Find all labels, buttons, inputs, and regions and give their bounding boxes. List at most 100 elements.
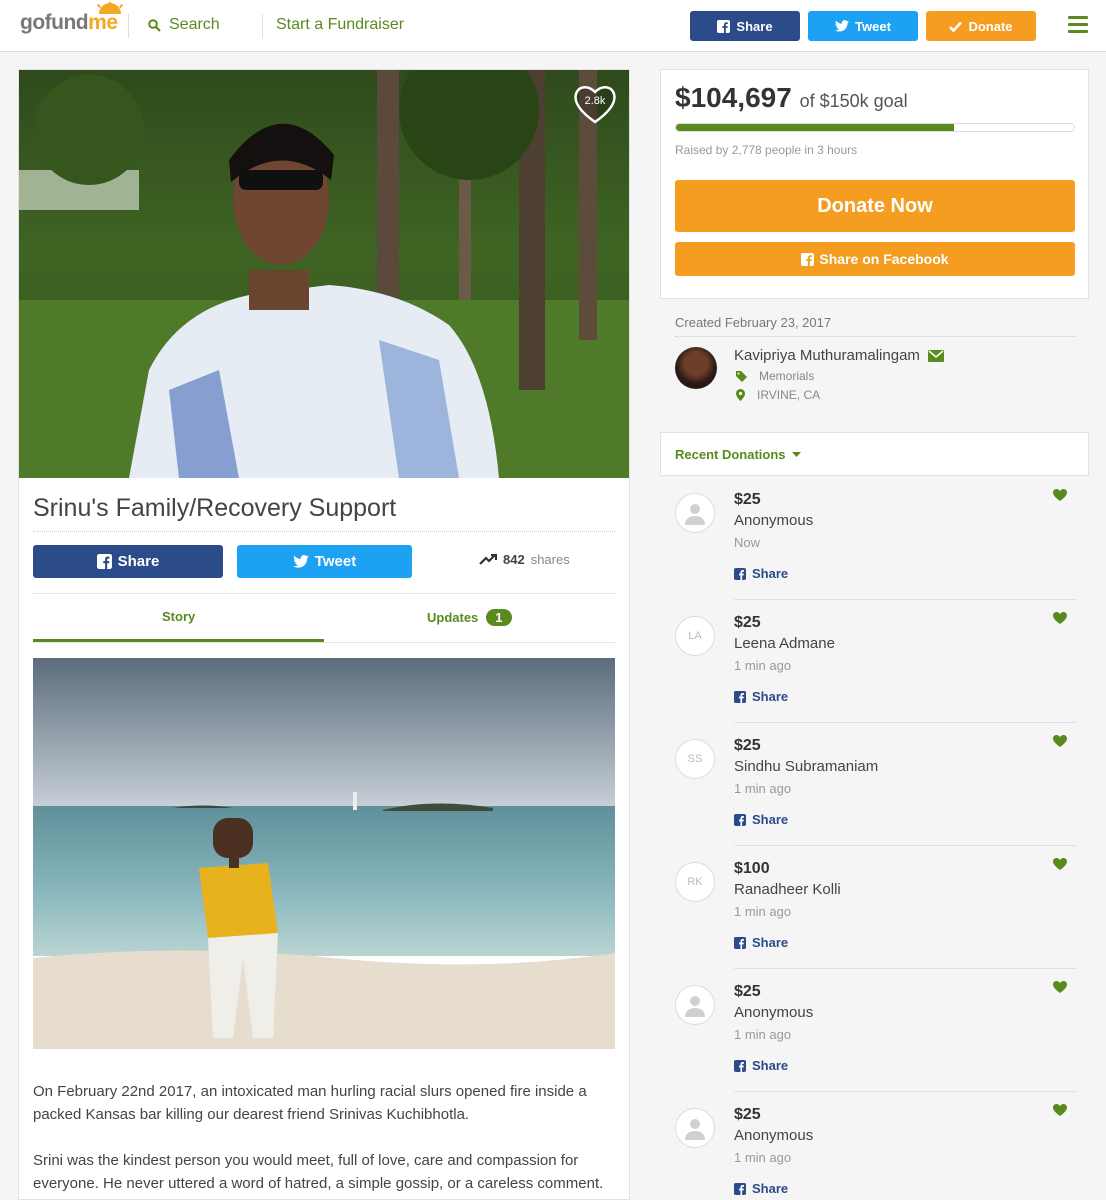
share-count: 842 shares xyxy=(479,552,570,567)
tab-updates[interactable]: Updates 1 xyxy=(427,609,512,626)
facebook-icon xyxy=(734,936,746,949)
trending-up-icon xyxy=(479,554,497,565)
donation-share-label: Share xyxy=(752,689,789,704)
heart-icon[interactable] xyxy=(1053,735,1067,747)
header-donate-label: Donate xyxy=(968,18,1013,34)
facebook-icon xyxy=(734,690,746,703)
donor-name: Ranadheer Kolli xyxy=(734,881,841,898)
donation-time: 1 min ago xyxy=(734,1027,792,1042)
donation-share-link[interactable]: Share xyxy=(734,689,788,704)
heart-icon[interactable] xyxy=(1053,1104,1067,1116)
organizer-name-text: Kavipriya Muthuramalingam xyxy=(734,347,920,364)
donation-share-link[interactable]: Share xyxy=(734,812,788,827)
donor-avatar: SS xyxy=(675,739,715,779)
heart-icon[interactable] xyxy=(1053,981,1067,993)
donation-heart[interactable] xyxy=(1053,857,1067,875)
story-paragraph: On February 22nd 2017, an intoxicated ma… xyxy=(33,1083,587,1123)
donation-share-link[interactable]: Share xyxy=(734,935,788,950)
donor-name: Anonymous xyxy=(734,1127,814,1144)
donation-amount: $25 xyxy=(734,491,761,508)
divider xyxy=(734,599,1075,600)
hamburger-menu-icon[interactable] xyxy=(1068,16,1088,34)
donation-amount: $25 xyxy=(734,1106,761,1123)
tag-icon xyxy=(736,370,747,382)
header-tweet-button[interactable]: Tweet xyxy=(808,11,918,41)
donor-avatar: LA xyxy=(675,616,715,656)
donation-share-label: Share xyxy=(752,935,789,950)
donation-share-link[interactable]: Share xyxy=(734,1181,788,1196)
top-nav-bar: gofundme Search Start a Fundraiser Share… xyxy=(0,0,1106,52)
logo-go-text: gofund xyxy=(20,11,89,34)
goal-progress-fill xyxy=(676,124,954,131)
amount-raised-value: $104,697 xyxy=(675,82,792,113)
donate-now-button[interactable]: Donate Now xyxy=(675,180,1075,232)
amount-raised: $104,697 of $150k goal xyxy=(675,82,908,114)
recent-donations-dropdown[interactable]: Recent Donations xyxy=(675,447,801,462)
campaign-location-text: IRVINE, CA xyxy=(757,388,821,402)
heart-icon[interactable] xyxy=(1053,858,1067,870)
donation-time: 1 min ago xyxy=(734,904,792,919)
donor-avatar xyxy=(675,985,715,1025)
donor-initials: SS xyxy=(687,753,703,765)
donor-avatar xyxy=(675,1108,715,1148)
map-pin-icon xyxy=(736,389,745,401)
tab-story[interactable]: Story xyxy=(162,609,195,624)
heart-icon[interactable] xyxy=(1053,612,1067,624)
organizer-name[interactable]: Kavipriya Muthuramalingam xyxy=(734,347,944,364)
donor-name: Anonymous xyxy=(734,1004,814,1021)
default-avatar-icon xyxy=(685,1119,705,1140)
donation-amount: $25 xyxy=(734,983,761,1000)
divider xyxy=(734,1091,1075,1092)
donation-share-label: Share xyxy=(752,566,789,581)
envelope-icon[interactable] xyxy=(927,349,944,362)
raised-by-text: Raised by 2,778 people in 3 hours xyxy=(675,143,858,157)
header-donate-button[interactable]: Donate xyxy=(926,11,1036,41)
donation-amount: $25 xyxy=(734,737,761,754)
donation-heart[interactable] xyxy=(1053,488,1067,506)
share-count-label: shares xyxy=(530,552,570,567)
donation-item: $25 Anonymous Now Share xyxy=(675,489,1075,616)
divider xyxy=(33,642,615,643)
donation-heart[interactable] xyxy=(1053,734,1067,752)
share-count-number: 842 xyxy=(503,552,525,567)
header-tweet-label: Tweet xyxy=(855,18,891,34)
goal-progress-bar xyxy=(675,123,1075,132)
search-link[interactable]: Search xyxy=(148,16,220,34)
campaign-share-button[interactable]: Share xyxy=(33,545,223,578)
donor-name: Sindhu Subramaniam xyxy=(734,758,879,775)
donation-goal-card: $104,697 of $150k goal Raised by 2,778 p… xyxy=(660,69,1089,299)
checkmark-icon xyxy=(949,21,963,32)
donation-heart[interactable] xyxy=(1053,611,1067,629)
campaign-tweet-button[interactable]: Tweet xyxy=(237,545,412,578)
gofundme-logo[interactable]: gofundme xyxy=(20,2,124,35)
header-share-button[interactable]: Share xyxy=(690,11,800,41)
recent-donations-header[interactable]: Recent Donations xyxy=(660,432,1089,476)
created-date: Created February 23, 2017 xyxy=(675,315,832,330)
donation-time: Now xyxy=(734,535,761,550)
donation-time: 1 min ago xyxy=(734,781,792,796)
header-share-label: Share xyxy=(736,18,773,34)
facebook-icon xyxy=(801,252,815,266)
donation-share-link[interactable]: Share xyxy=(734,1058,788,1073)
sun-icon xyxy=(96,2,124,14)
facebook-icon xyxy=(717,19,731,33)
campaign-tweet-label: Tweet xyxy=(314,553,357,570)
donor-avatar xyxy=(675,493,715,533)
start-fundraiser-link[interactable]: Start a Fundraiser xyxy=(276,16,404,34)
donation-share-link[interactable]: Share xyxy=(734,566,788,581)
donation-share-label: Share xyxy=(752,1058,789,1073)
search-label: Search xyxy=(169,16,220,33)
search-icon xyxy=(148,18,161,32)
donation-heart[interactable] xyxy=(1053,980,1067,998)
heart-icon[interactable] xyxy=(1053,489,1067,501)
donation-heart[interactable] xyxy=(1053,1103,1067,1121)
share-on-facebook-button[interactable]: Share on Facebook xyxy=(675,242,1075,276)
twitter-icon xyxy=(292,555,309,568)
heart-count: 2.8k xyxy=(584,95,606,107)
organizer-avatar[interactable] xyxy=(675,347,717,389)
story-text: On February 22nd 2017, an intoxicated ma… xyxy=(33,1080,615,1199)
tab-updates-label: Updates xyxy=(427,610,479,625)
donation-amount: $100 xyxy=(734,860,770,877)
campaign-category[interactable]: Memorials xyxy=(736,369,814,383)
recent-donations-label: Recent Donations xyxy=(675,447,786,462)
